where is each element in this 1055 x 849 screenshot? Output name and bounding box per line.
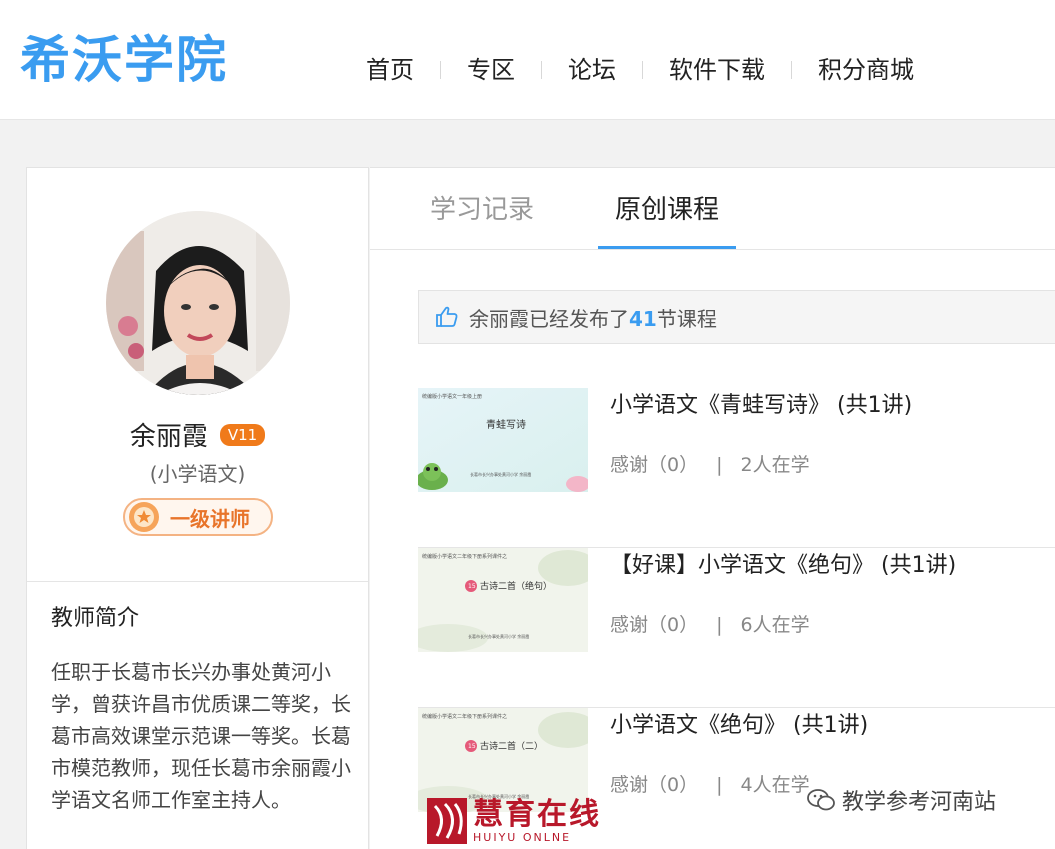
notice-prefix: 余丽霞已经发布了 bbox=[469, 306, 629, 331]
cover-header: 统编版小学语文二年级下册系列课件之 bbox=[422, 553, 507, 560]
nav-item-forum[interactable]: 论坛 bbox=[542, 50, 642, 90]
cover-lesson-number: 15 bbox=[468, 583, 476, 590]
meta-divider: | bbox=[716, 454, 723, 476]
cover-header: 统编版小学语文一年级上册 bbox=[422, 393, 482, 400]
cover-title: 古诗二首（二） bbox=[480, 740, 543, 752]
top-header: 希沃学院 首页 专区 论坛 软件下载 积分商城 bbox=[0, 0, 1055, 120]
intro-text: 任职于长葛市长兴办事处黄河小学，曾获许昌市优质课二等奖，长葛市高效课堂示范课一等… bbox=[51, 660, 351, 812]
wechat-account-name: 教学参考河南站 bbox=[842, 790, 997, 815]
huiyu-logo-icon bbox=[427, 798, 467, 844]
course-item[interactable]: 统编版小学语文二年级下册系列课件之 15 古诗二首（绝句） 长葛市长兴办事处黄河… bbox=[418, 548, 1055, 708]
avatar-portrait-icon bbox=[106, 211, 290, 395]
tab-learning-record[interactable]: 学习记录 bbox=[430, 192, 534, 228]
teacher-rank-badge: 一级讲师 bbox=[123, 498, 273, 536]
course-meta: 感谢（0） | 2人在学 bbox=[610, 450, 810, 480]
course-thumbnail[interactable]: 统编版小学语文二年级下册系列课件之 15 古诗二首（绝句） 长葛市长兴办事处黄河… bbox=[418, 548, 588, 652]
notice-text: 余丽霞已经发布了41节课程 bbox=[469, 303, 717, 332]
main-nav: 首页 专区 论坛 软件下载 积分商城 bbox=[340, 50, 940, 90]
course-cover-image: 统编版小学语文二年级下册系列课件之 15 古诗二首（绝句） 长葛市长兴办事处黄河… bbox=[418, 548, 588, 652]
thanks-count[interactable]: 感谢（0） bbox=[610, 610, 698, 640]
course-count-notice: 余丽霞已经发布了41节课程 bbox=[418, 290, 1055, 344]
course-meta: 感谢（0） | 4人在学 bbox=[610, 770, 810, 800]
thanks-count[interactable]: 感谢（0） bbox=[610, 450, 698, 480]
teacher-name-row: 余丽霞 V11 bbox=[27, 416, 368, 453]
course-thumbnail[interactable]: 统编版小学语文一年级上册 青蛙写诗 长葛市长兴办事处黄河小学 余丽霞 bbox=[418, 388, 588, 492]
course-title[interactable]: 小学语文《青蛙写诗》 (共1讲) bbox=[610, 390, 912, 422]
learner-count: 2人在学 bbox=[740, 454, 810, 476]
teacher-profile-card: 余丽霞 V11 (小学语文) 一级讲师 教师简介 任职于长葛市长兴办事处黄河小学… bbox=[26, 167, 369, 849]
nav-item-zone[interactable]: 专区 bbox=[441, 50, 541, 90]
cover-footer: 长葛市长兴办事处黄河小学 余丽霞 bbox=[468, 633, 529, 639]
intro-title: 教师简介 bbox=[51, 606, 140, 631]
huiyu-main-text: 慧育在线 bbox=[473, 797, 601, 832]
course-title[interactable]: 小学语文《绝句》 (共1讲) bbox=[610, 710, 868, 742]
section-divider bbox=[27, 581, 368, 582]
teacher-name: 余丽霞 bbox=[129, 422, 208, 452]
course-meta: 感谢（0） | 6人在学 bbox=[610, 610, 810, 640]
meta-divider: | bbox=[716, 774, 723, 796]
nav-item-software-download[interactable]: 软件下载 bbox=[643, 50, 791, 90]
huiyu-sub-text: HUIYU ONLNE bbox=[473, 831, 572, 844]
thumbs-up-icon bbox=[436, 306, 458, 327]
nav-item-points-mall[interactable]: 积分商城 bbox=[792, 50, 940, 90]
learner-count: 4人在学 bbox=[740, 774, 810, 796]
cover-title: 古诗二首（绝句） bbox=[480, 580, 552, 592]
profile-tabs: 学习记录 原创课程 bbox=[370, 168, 1055, 250]
learner-count: 6人在学 bbox=[740, 614, 810, 636]
course-title[interactable]: 【好课】小学语文《绝句》 (共1讲) bbox=[610, 550, 956, 582]
course-count: 41 bbox=[629, 306, 657, 331]
course-cover-image: 统编版小学语文一年级上册 青蛙写诗 长葛市长兴办事处黄河小学 余丽霞 bbox=[418, 388, 588, 492]
teacher-avatar[interactable] bbox=[106, 211, 290, 395]
wechat-watermark: 教学参考河南站 bbox=[806, 784, 996, 816]
tab-original-courses[interactable]: 原创课程 bbox=[598, 192, 736, 249]
cover-lesson-number: 15 bbox=[468, 743, 476, 750]
cover-footer: 长葛市长兴办事处黄河小学 余丽霞 bbox=[470, 471, 531, 477]
nav-item-home[interactable]: 首页 bbox=[340, 50, 440, 90]
site-logo[interactable]: 希沃学院 bbox=[20, 30, 228, 90]
cover-header: 统编版小学语文二年级下册系列课件之 bbox=[422, 713, 507, 720]
meta-divider: | bbox=[716, 614, 723, 636]
huiyu-watermark: 慧育在线 HUIYU ONLNE bbox=[427, 796, 627, 846]
wechat-icon bbox=[807, 789, 835, 811]
rank-label: 一级讲师 bbox=[170, 506, 250, 531]
vip-level-badge: V11 bbox=[219, 423, 266, 446]
course-item[interactable]: 统编版小学语文一年级上册 青蛙写诗 长葛市长兴办事处黄河小学 余丽霞 小学语文《… bbox=[418, 388, 1055, 548]
teacher-subject: (小学语文) bbox=[149, 462, 246, 486]
huiyu-text: 慧育在线 HUIYU ONLNE bbox=[473, 798, 601, 844]
medal-icon bbox=[129, 502, 159, 532]
cover-title: 青蛙写诗 bbox=[486, 418, 526, 431]
course-panel: 学习记录 原创课程 余丽霞已经发布了41节课程 统编版小学语文一年级上册 青蛙写… bbox=[370, 167, 1055, 849]
notice-suffix: 节课程 bbox=[656, 306, 717, 331]
